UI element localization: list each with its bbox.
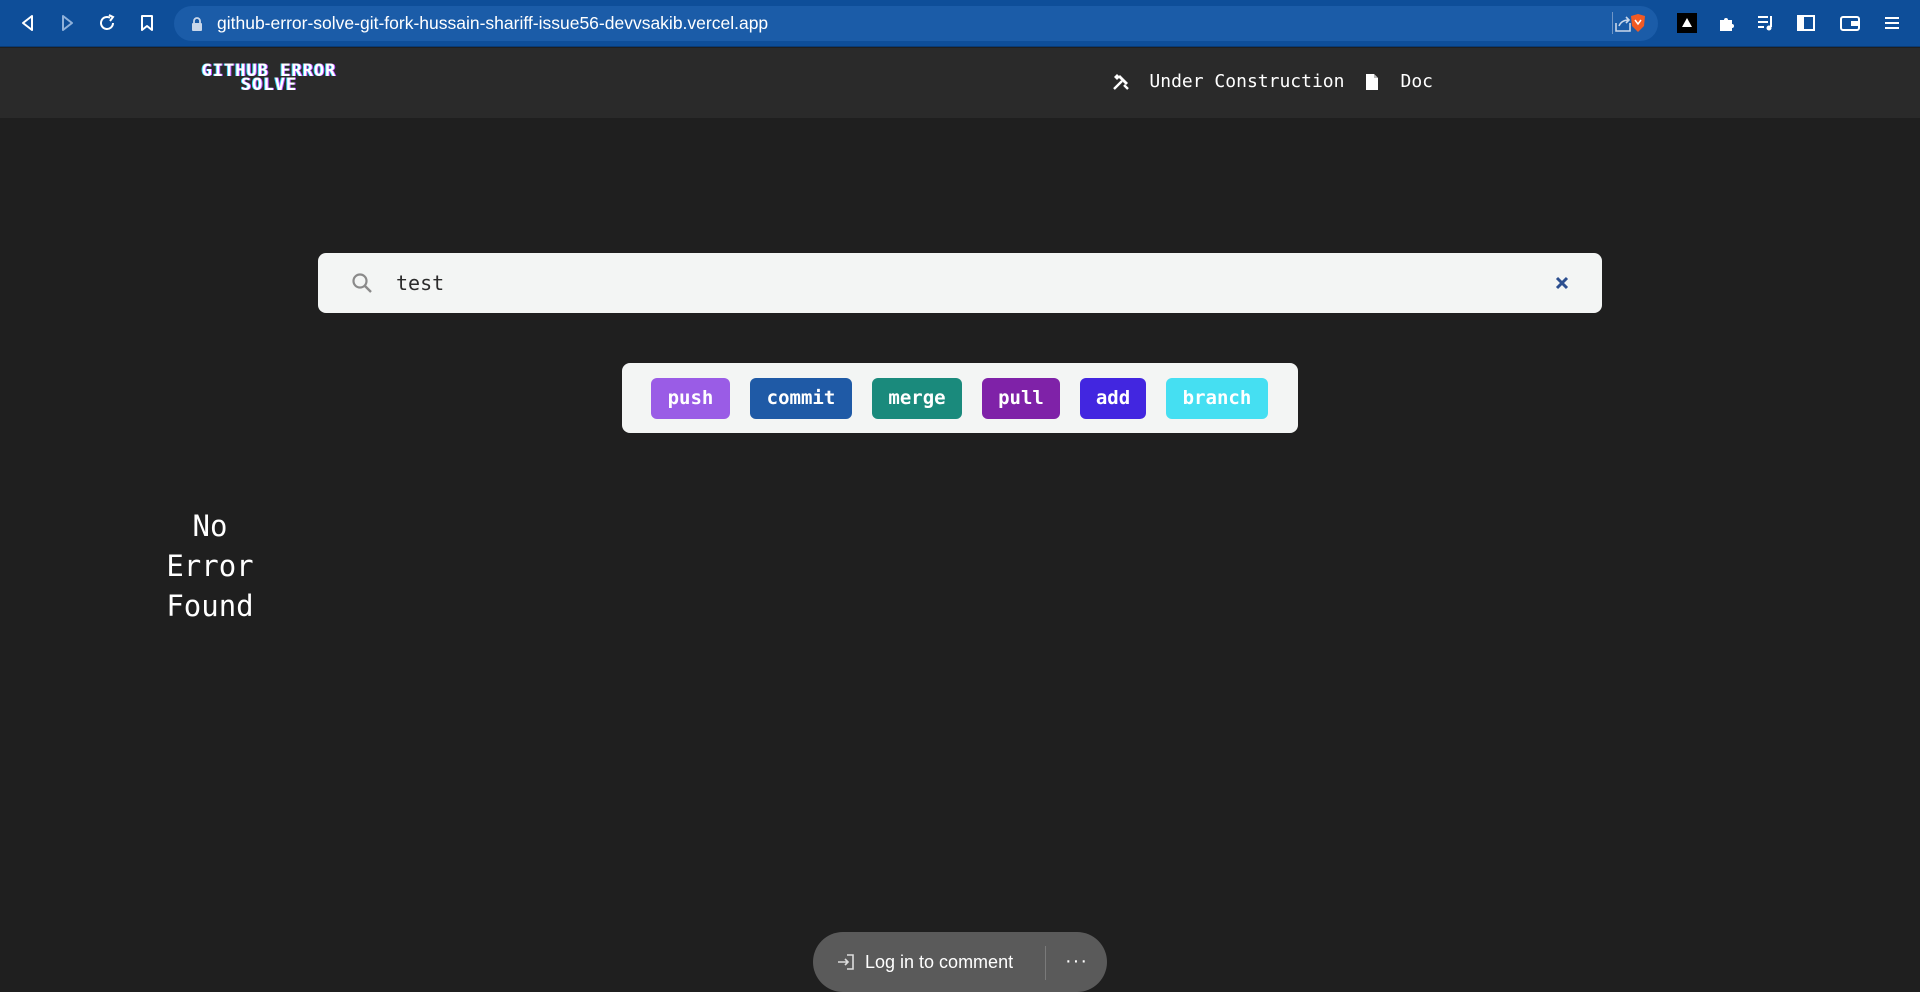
forward-icon[interactable] xyxy=(53,9,81,37)
login-to-comment-label: Log in to comment xyxy=(865,951,1014,972)
no-error-found-message: No Error Found xyxy=(150,506,270,626)
result-line-1: No xyxy=(192,509,228,543)
search-box xyxy=(318,253,1602,313)
tools-icon xyxy=(1111,72,1131,92)
url-text: github-error-solve-git-fork-hussain-shar… xyxy=(217,13,769,33)
tag-pull[interactable]: pull xyxy=(982,377,1060,419)
nav-under-construction[interactable]: Under Construction xyxy=(1111,71,1344,92)
header-nav: Under Construction Doc xyxy=(1093,71,1433,92)
menu-icon[interactable] xyxy=(1880,11,1904,35)
result-line-2: Error xyxy=(166,549,254,583)
login-icon xyxy=(838,954,854,970)
tag-commit[interactable]: commit xyxy=(750,377,852,419)
sidebar-icon[interactable] xyxy=(1794,11,1818,35)
tag-add[interactable]: add xyxy=(1080,377,1146,419)
comment-bar-divider xyxy=(1045,946,1046,980)
tag-branch[interactable]: branch xyxy=(1166,377,1268,419)
lock-icon xyxy=(192,17,202,31)
comment-toolbar: Log in to comment ··· xyxy=(813,932,1107,992)
extensions-puzzle-icon[interactable] xyxy=(1715,11,1739,35)
login-to-comment-button[interactable]: Log in to comment xyxy=(835,951,1013,973)
nav-doc[interactable]: Doc xyxy=(1362,71,1433,92)
site-logo[interactable]: GITHUB ERROR SOLVE xyxy=(176,63,362,94)
tag-push[interactable]: push xyxy=(651,377,730,419)
extension-triangle-icon[interactable] xyxy=(1675,11,1699,35)
brave-shield-icon[interactable] xyxy=(1626,11,1650,35)
tag-merge[interactable]: merge xyxy=(872,377,962,419)
bookmark-icon[interactable] xyxy=(133,9,161,37)
search-icon xyxy=(352,273,372,293)
playlist-icon[interactable] xyxy=(1754,11,1778,35)
nav-doc-label: Doc xyxy=(1400,71,1433,92)
tag-filter-panel: push commit merge pull add branch xyxy=(622,363,1298,433)
nav-under-construction-label: Under Construction xyxy=(1149,71,1345,92)
search-input[interactable] xyxy=(396,265,1496,301)
toolbar-divider xyxy=(1612,12,1613,34)
reload-icon[interactable] xyxy=(93,9,121,37)
document-icon xyxy=(1362,72,1382,92)
wallet-icon[interactable] xyxy=(1838,11,1862,35)
back-icon[interactable] xyxy=(14,9,42,37)
more-options-button[interactable]: ··· xyxy=(1065,950,1088,973)
close-icon[interactable] xyxy=(1552,273,1572,293)
result-line-3: Found xyxy=(166,589,254,623)
site-header: GITHUB ERROR SOLVE Under Construction Do… xyxy=(0,48,1920,118)
browser-toolbar: github-error-solve-git-fork-hussain-shar… xyxy=(0,0,1920,47)
address-bar[interactable]: github-error-solve-git-fork-hussain-shar… xyxy=(174,6,1658,41)
